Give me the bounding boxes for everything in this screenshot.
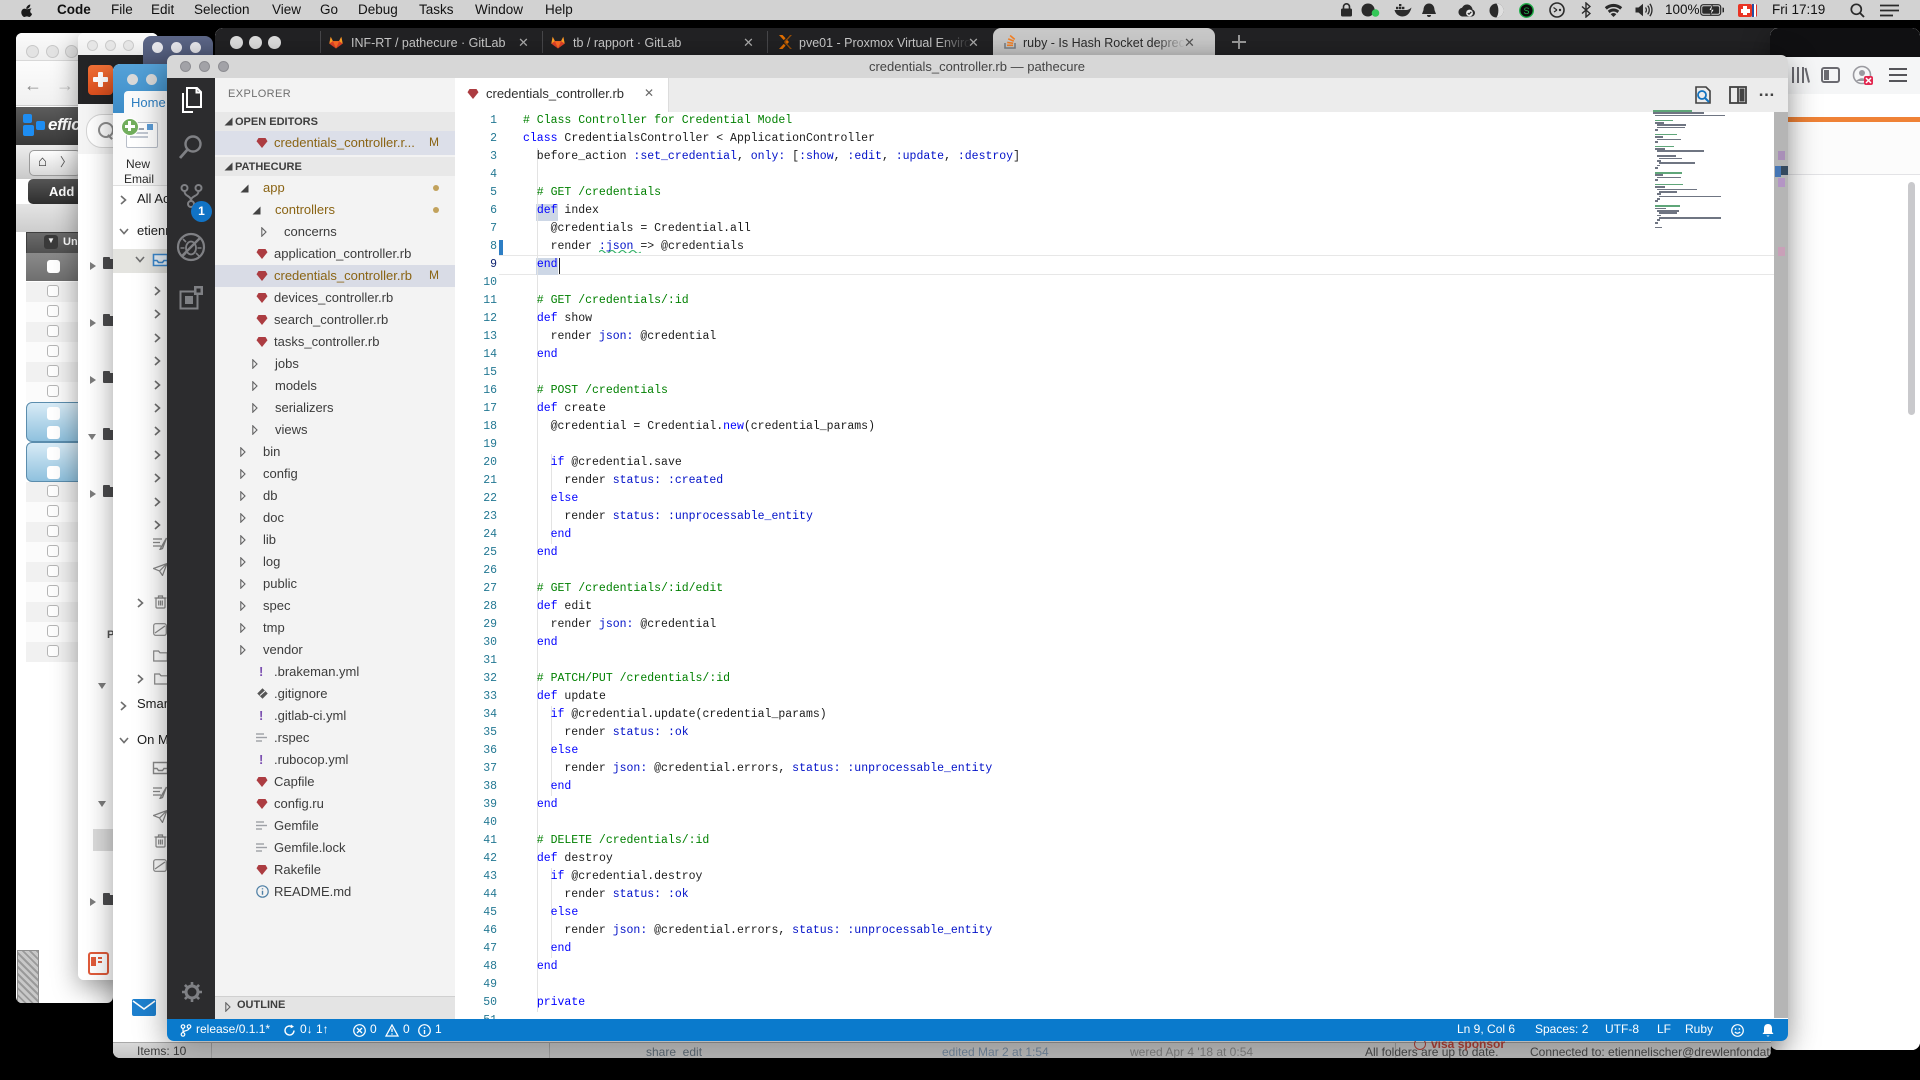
svg-text:S: S xyxy=(1523,6,1529,16)
